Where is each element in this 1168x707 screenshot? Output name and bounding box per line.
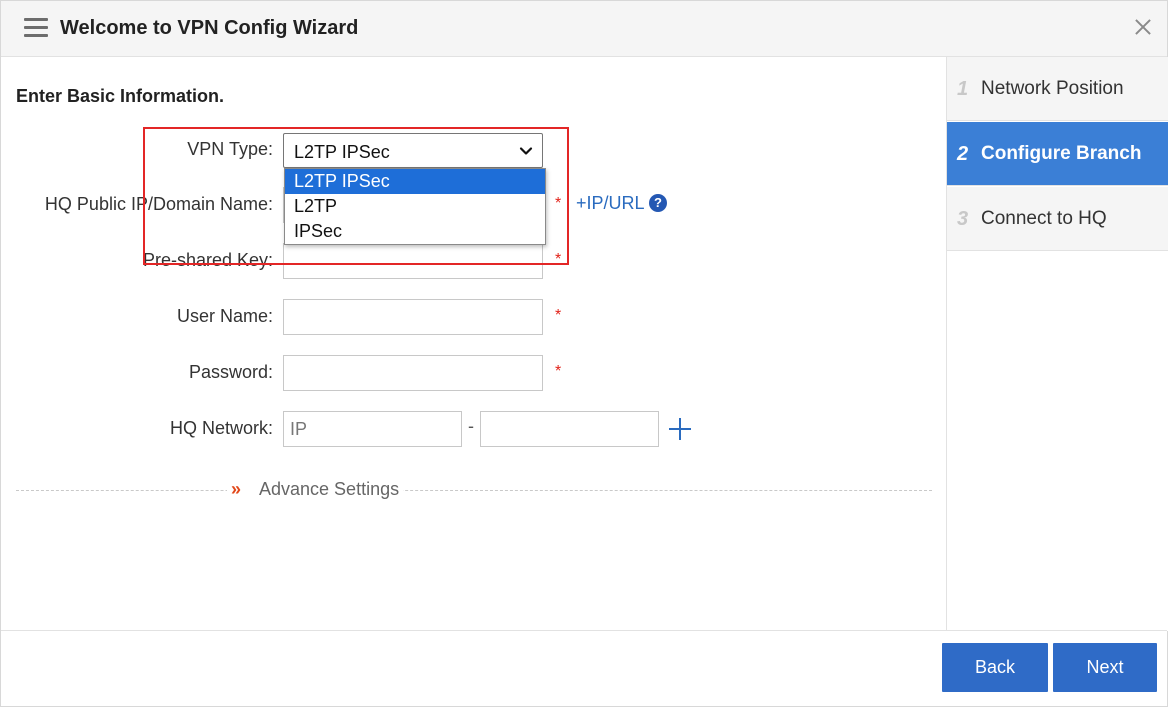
- hq-network-mask-input[interactable]: [480, 411, 659, 447]
- highlight-box: [143, 127, 569, 265]
- hq-network-ip-input[interactable]: [283, 411, 462, 447]
- help-icon[interactable]: ?: [649, 194, 667, 212]
- advance-settings-label: Advance Settings: [259, 479, 400, 499]
- hq-network-separator: -: [468, 416, 474, 436]
- plus-icon[interactable]: [669, 418, 691, 440]
- user-name-required-mark: *: [555, 307, 562, 324]
- step-label: Connect to HQ: [981, 208, 1107, 229]
- back-button[interactable]: Back: [942, 643, 1048, 692]
- step-label: Configure Branch: [981, 143, 1142, 164]
- vpn-config-wizard-window: Welcome to VPN Config Wizard Enter Basic…: [0, 0, 1168, 707]
- double-chevron-right-icon: »: [231, 479, 241, 499]
- step-network-position[interactable]: 1 Network Position: [947, 57, 1168, 121]
- password-required-mark: *: [555, 363, 562, 380]
- next-button[interactable]: Next: [1053, 643, 1157, 692]
- user-name-input[interactable]: [283, 299, 543, 335]
- hq-network-label: HQ Network:: [169, 418, 273, 438]
- password-input[interactable]: [283, 355, 543, 391]
- wizard-footer: Back Next: [1, 630, 1167, 706]
- section-title: Enter Basic Information.: [16, 86, 225, 106]
- password-label: Password:: [188, 362, 273, 382]
- user-name-label: User Name:: [176, 306, 273, 326]
- step-configure-branch[interactable]: 2 Configure Branch: [947, 122, 1168, 186]
- advance-settings-divider: [16, 490, 932, 491]
- step-connect-to-hq[interactable]: 3 Connect to HQ: [947, 187, 1168, 251]
- wizard-header: Welcome to VPN Config Wizard: [1, 1, 1167, 57]
- step-number: 3: [957, 208, 969, 230]
- hamburger-menu-icon[interactable]: [24, 18, 48, 38]
- add-ip-url-link[interactable]: +IP/URL: [576, 192, 645, 214]
- step-label: Network Position: [981, 78, 1124, 99]
- step-number: 1: [957, 78, 969, 100]
- wizard-steps-panel: 1 Network Position 2 Configure Branch 3 …: [946, 57, 1168, 631]
- wizard-title: Welcome to VPN Config Wizard: [60, 17, 359, 39]
- step-number: 2: [957, 143, 969, 165]
- close-icon[interactable]: [1133, 17, 1153, 37]
- advance-settings-toggle[interactable]: » Advance Settings: [227, 477, 403, 501]
